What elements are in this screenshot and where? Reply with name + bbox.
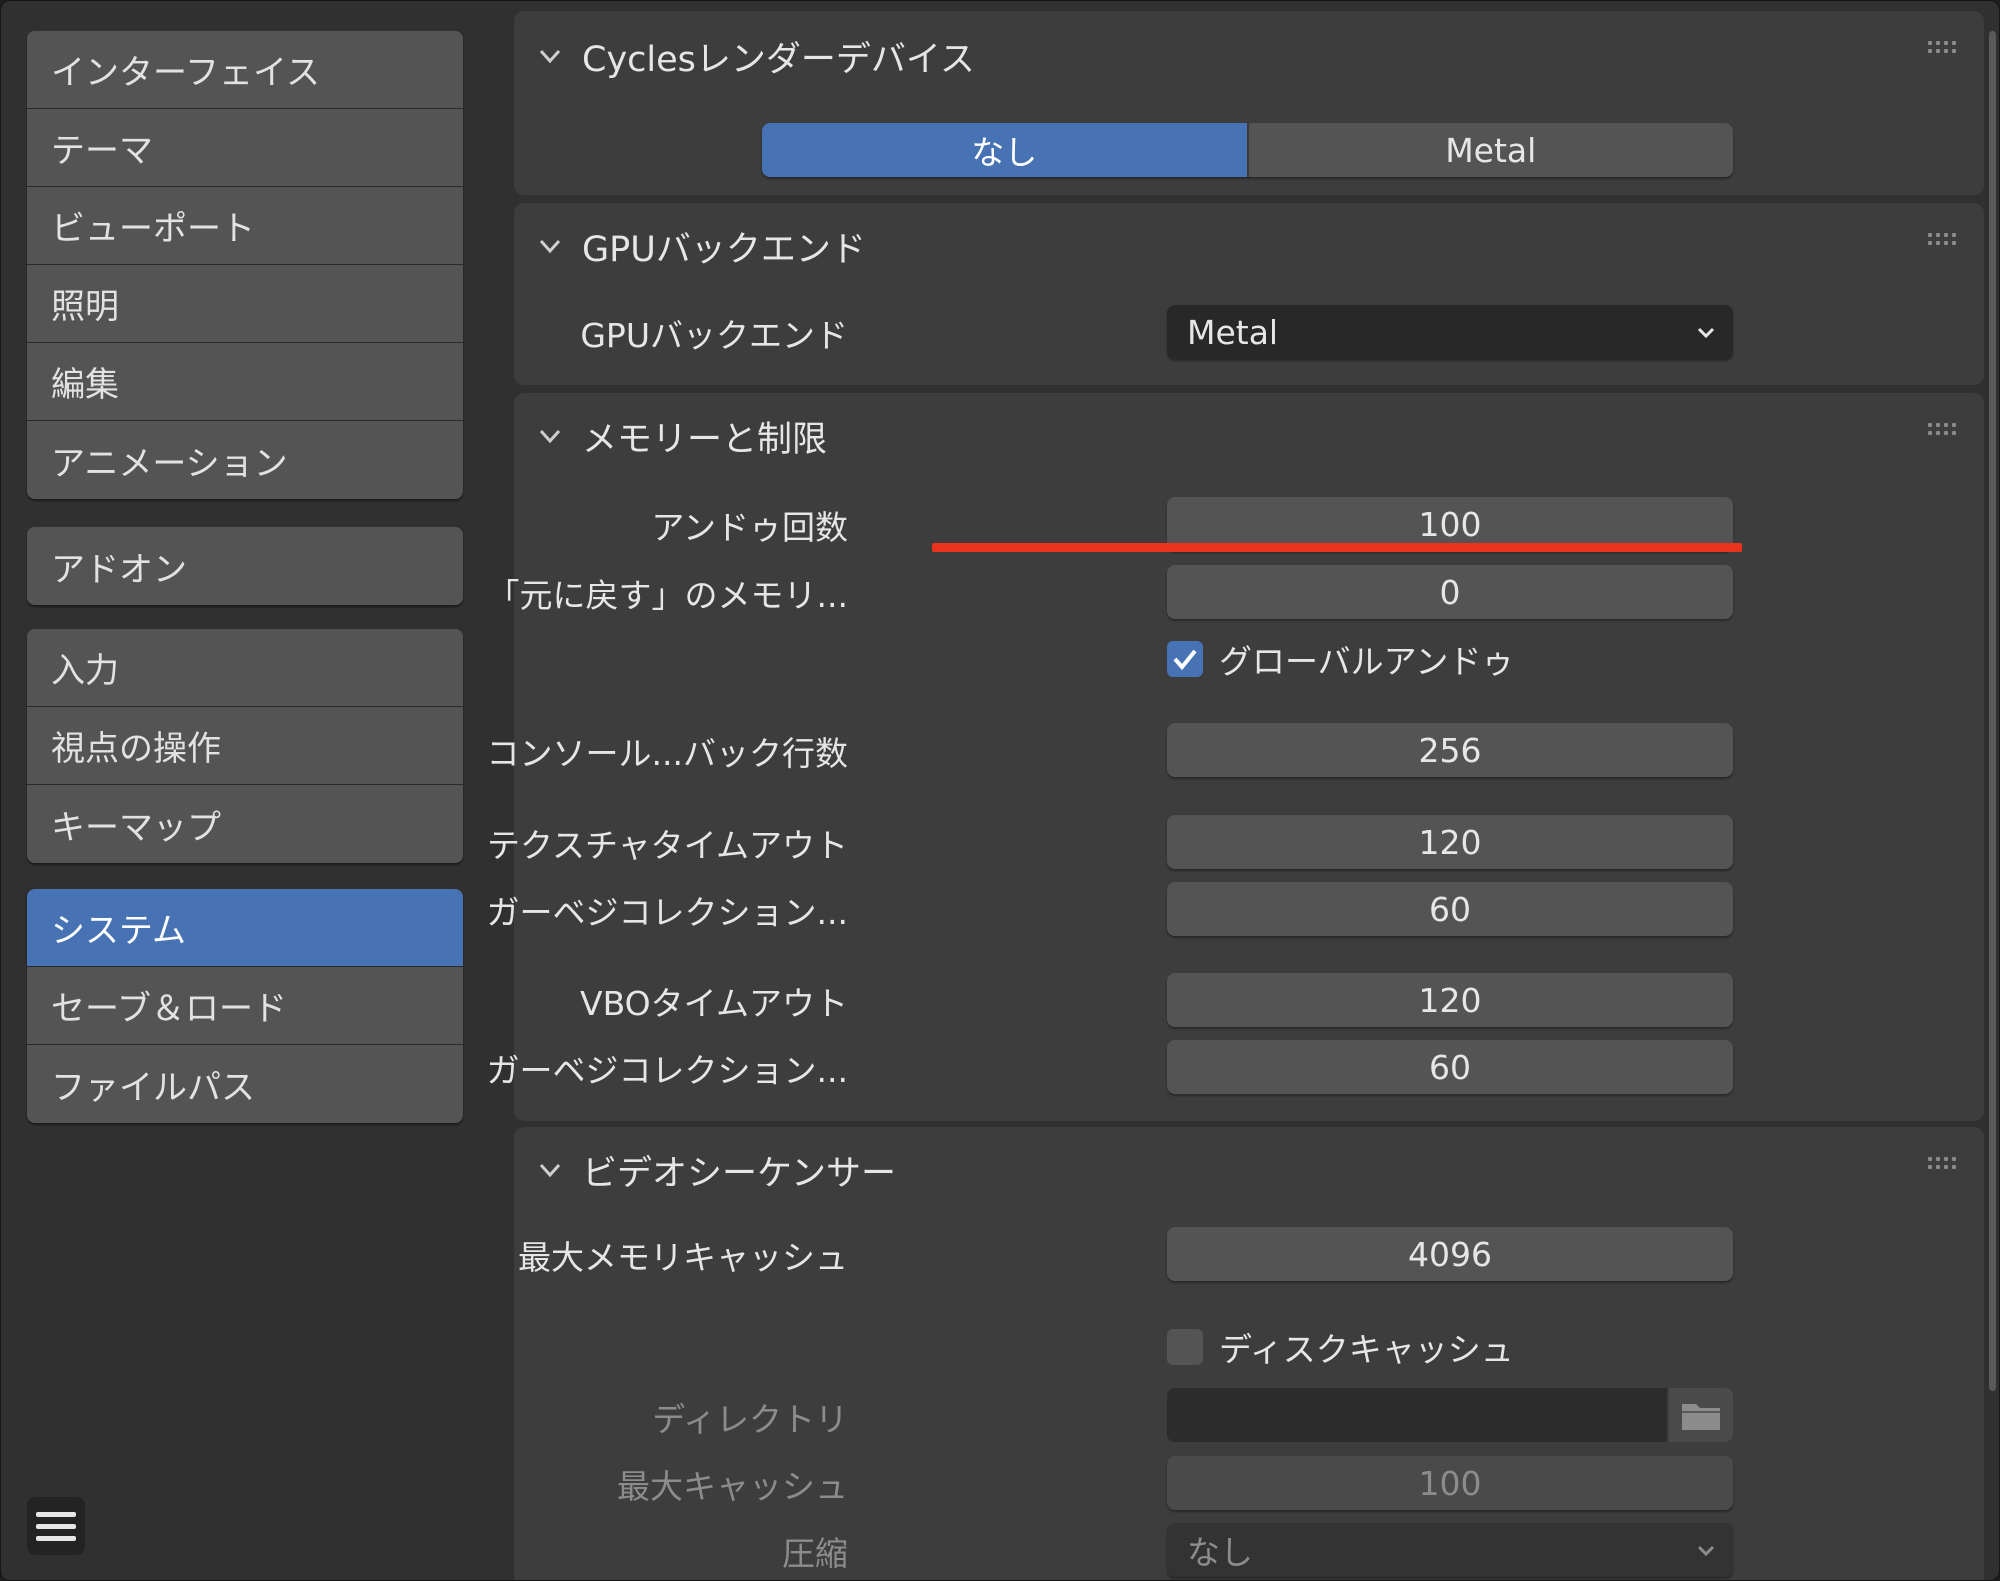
max-memory-cache-label: 最大メモリキャッシュ — [518, 1238, 848, 1277]
drag-grip-icon[interactable] — [1928, 41, 1962, 57]
vbo-timeout-label: VBOタイムアウト — [580, 984, 848, 1023]
directory-label: ディレクトリ — [652, 1400, 848, 1439]
chevron-down-icon — [1697, 327, 1715, 339]
texture-gc-field[interactable]: 60 — [1167, 882, 1733, 936]
sidebar-item-themes[interactable]: テーマ — [27, 109, 463, 187]
sidebar-item-navigation[interactable]: 視点の操作 — [27, 707, 463, 785]
panel-title: ビデオシーケンサー — [582, 1153, 896, 1194]
cycles-device-none-button[interactable]: なし — [762, 123, 1249, 177]
panel-video-sequencer: ビデオシーケンサー 最大メモリキャッシュ 4096 ディスクキャッシュ ディレク… — [514, 1127, 1984, 1580]
sidebar-item-input[interactable]: 入力 — [27, 629, 463, 707]
cycles-device-metal-button[interactable]: Metal — [1248, 123, 1733, 177]
panel-title: GPUバックエンド — [582, 229, 866, 270]
panel-header-memory[interactable]: メモリーと制限 — [536, 399, 827, 473]
gpu-backend-value: Metal — [1187, 312, 1279, 352]
global-undo-label: グローバルアンドゥ — [1219, 642, 1515, 681]
vbo-gc-field[interactable]: 60 — [1167, 1040, 1733, 1094]
gpu-backend-label: GPUバックエンド — [580, 316, 848, 355]
chevron-down-icon — [539, 1163, 561, 1178]
undo-steps-label: アンドゥ回数 — [651, 508, 848, 547]
chevron-down-icon — [539, 239, 561, 254]
checkmark-icon — [1173, 649, 1197, 671]
undo-memory-label: 「元に戻す」のメモリ... — [486, 576, 848, 615]
sidebar-item-keymap[interactable]: キーマップ — [27, 785, 463, 863]
sidebar-item-interface[interactable]: インターフェイス — [27, 31, 463, 109]
vbo-gc-label: ガーベジコレクション... — [486, 1051, 848, 1090]
sidebar-group-addons: アドオン — [27, 527, 463, 605]
console-scrollback-label: コンソール...バック行数 — [486, 734, 848, 773]
max-memory-cache-field[interactable]: 4096 — [1167, 1227, 1733, 1281]
sidebar-item-system[interactable]: システム — [27, 889, 463, 967]
vbo-timeout-field[interactable]: 120 — [1167, 973, 1733, 1027]
undo-memory-field[interactable]: 0 — [1167, 565, 1733, 619]
sidebar-item-editing[interactable]: 編集 — [27, 343, 463, 421]
folder-icon — [1682, 1404, 1720, 1430]
global-undo-checkbox[interactable] — [1167, 641, 1203, 677]
panel-header-cycles[interactable]: Cyclesレンダーデバイス — [536, 19, 975, 93]
sidebar: インターフェイス テーマ ビューポート 照明 編集 アニメーション アドオン 入… — [1, 1, 501, 1580]
chevron-down-icon — [1697, 1545, 1715, 1557]
disk-cache-label: ディスクキャッシュ — [1219, 1330, 1514, 1369]
disk-cache-checkbox[interactable] — [1167, 1329, 1203, 1365]
panel-title: メモリーと制限 — [582, 419, 828, 460]
sidebar-item-animation[interactable]: アニメーション — [27, 421, 463, 499]
panel-title: Cyclesレンダーデバイス — [582, 39, 975, 80]
compression-dropdown[interactable]: なし — [1167, 1523, 1733, 1577]
highlight-underline — [932, 543, 1742, 552]
panel-memory-limits: メモリーと制限 アンドゥ回数 100 「元に戻す」のメモリ... 0 グローバル… — [487, 393, 1984, 1121]
hamburger-menu-icon[interactable] — [27, 1497, 85, 1555]
chevron-down-icon — [539, 429, 561, 444]
compression-label: 圧縮 — [782, 1534, 848, 1573]
texture-timeout-label: テクスチャタイムアウト — [486, 826, 848, 865]
drag-grip-icon[interactable] — [1928, 233, 1962, 249]
preferences-window: インターフェイス テーマ ビューポート 照明 編集 アニメーション アドオン 入… — [0, 0, 2000, 1581]
texture-gc-label: ガーベジコレクション... — [486, 893, 848, 932]
max-disk-cache-label: 最大キャッシュ — [617, 1467, 848, 1506]
sidebar-item-lights[interactable]: 照明 — [27, 265, 463, 343]
panel-header-vse[interactable]: ビデオシーケンサー — [536, 1133, 896, 1207]
drag-grip-icon[interactable] — [1928, 423, 1962, 439]
texture-timeout-field[interactable]: 120 — [1167, 815, 1733, 869]
cycles-device-selector: なし Metal — [762, 123, 1733, 177]
folder-browse-button[interactable] — [1669, 1388, 1733, 1442]
chevron-down-icon — [539, 49, 561, 64]
sidebar-item-save-load[interactable]: セーブ＆ロード — [27, 967, 463, 1045]
console-scrollback-field[interactable]: 256 — [1167, 723, 1733, 777]
max-disk-cache-field[interactable]: 100 — [1167, 1456, 1733, 1510]
sidebar-item-addons[interactable]: アドオン — [27, 527, 463, 605]
gpu-backend-dropdown[interactable]: Metal — [1167, 305, 1733, 359]
compression-value: なし — [1187, 1533, 1253, 1572]
sidebar-group-system: システム セーブ＆ロード ファイルパス — [27, 889, 463, 1123]
panel-header-gpu[interactable]: GPUバックエンド — [536, 209, 866, 283]
sidebar-group-input: 入力 視点の操作 キーマップ — [27, 629, 463, 863]
sidebar-item-viewport[interactable]: ビューポート — [27, 187, 463, 265]
sidebar-group-general: インターフェイス テーマ ビューポート 照明 編集 アニメーション — [27, 31, 463, 499]
sidebar-item-file-paths[interactable]: ファイルパス — [27, 1045, 463, 1123]
panel-gpu-backend: GPUバックエンド GPUバックエンド Metal — [514, 203, 1984, 385]
drag-grip-icon[interactable] — [1928, 1157, 1962, 1173]
scrollbar[interactable] — [1989, 31, 1996, 1391]
panel-cycles-render-devices: Cyclesレンダーデバイス なし Metal — [514, 11, 1984, 195]
directory-input[interactable] — [1167, 1388, 1667, 1442]
